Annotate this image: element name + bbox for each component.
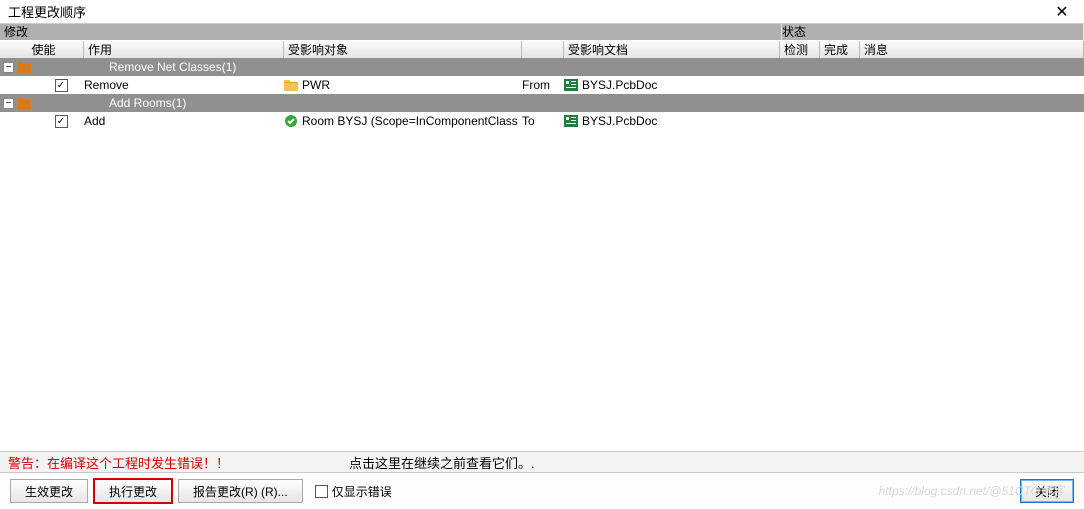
group-title: Remove Net Classes(1) — [109, 60, 236, 74]
enable-checkbox[interactable]: ✓ — [55, 115, 68, 128]
affected-object-cell: PWR — [284, 78, 522, 92]
window-title: 工程更改顺序 — [8, 2, 86, 21]
relation-cell: From — [522, 78, 564, 92]
col-check[interactable]: 检测 — [780, 41, 820, 58]
only-errors-label: 仅显示错误 — [332, 483, 392, 500]
col-affected-object[interactable]: 受影响对象 — [284, 41, 522, 58]
relation-cell: To — [522, 114, 564, 128]
section-header-row: 修改 状态 — [0, 24, 1084, 40]
execute-button[interactable]: 执行更改 — [94, 479, 172, 503]
folder-icon — [17, 97, 31, 109]
folder-icon — [284, 79, 298, 91]
group-row[interactable]: − Remove Net Classes(1) — [0, 58, 1084, 76]
affected-doc-cell: BYSJ.PcbDoc — [564, 78, 780, 92]
report-button[interactable]: 报告更改(R) (R)... — [178, 479, 303, 503]
checkbox-icon[interactable] — [315, 485, 328, 498]
col-affected-doc[interactable]: 受影响文档 — [564, 41, 780, 58]
check-circle-icon — [284, 114, 298, 128]
section-header-right: 状态 — [782, 24, 1084, 40]
group-row[interactable]: − Add Rooms(1) — [0, 94, 1084, 112]
collapse-icon[interactable]: − — [3, 62, 14, 73]
col-spacer — [522, 41, 564, 58]
changes-tree[interactable]: − Remove Net Classes(1) ✓ Remove PWR Fro… — [0, 58, 1084, 451]
pcb-doc-icon — [564, 115, 578, 127]
close-button[interactable]: 关闭 — [1020, 479, 1074, 503]
columns-header: 使能 作用 受影响对象 受影响文档 检测 完成 消息 — [0, 40, 1084, 58]
col-enable[interactable]: 使能 — [0, 41, 84, 58]
section-header-left: 修改 — [4, 24, 782, 40]
collapse-icon[interactable]: − — [3, 98, 14, 109]
list-item[interactable]: ✓ Add Room BYSJ (Scope=InComponentClass … — [0, 112, 1084, 130]
folder-icon — [17, 61, 31, 73]
warning-bar[interactable]: 警告：在编译这个工程时发生错误！！ 点击这里在继续之前查看它们。. — [0, 451, 1084, 473]
affected-doc-cell: BYSJ.PcbDoc — [564, 114, 780, 128]
action-cell: Add — [84, 114, 284, 128]
button-bar: 生效更改 执行更改 报告更改(R) (R)... 仅显示错误 关闭 — [0, 473, 1084, 509]
enable-checkbox[interactable]: ✓ — [55, 79, 68, 92]
col-action[interactable]: 作用 — [84, 41, 284, 58]
warning-text: 警告：在编译这个工程时发生错误！！ — [8, 453, 229, 472]
pcb-doc-icon — [564, 79, 578, 91]
col-done[interactable]: 完成 — [820, 41, 860, 58]
only-errors-checkbox[interactable]: 仅显示错误 — [315, 483, 392, 500]
close-icon[interactable]: ✕ — [1042, 1, 1082, 23]
warning-hint[interactable]: 点击这里在继续之前查看它们。. — [349, 453, 535, 472]
affected-object-cell: Room BYSJ (Scope=InComponentClass — [284, 114, 522, 128]
col-msg[interactable]: 消息 — [860, 41, 1084, 58]
list-item[interactable]: ✓ Remove PWR From BYSJ.PcbDoc — [0, 76, 1084, 94]
action-cell: Remove — [84, 78, 284, 92]
group-title: Add Rooms(1) — [109, 96, 186, 110]
validate-button[interactable]: 生效更改 — [10, 479, 88, 503]
